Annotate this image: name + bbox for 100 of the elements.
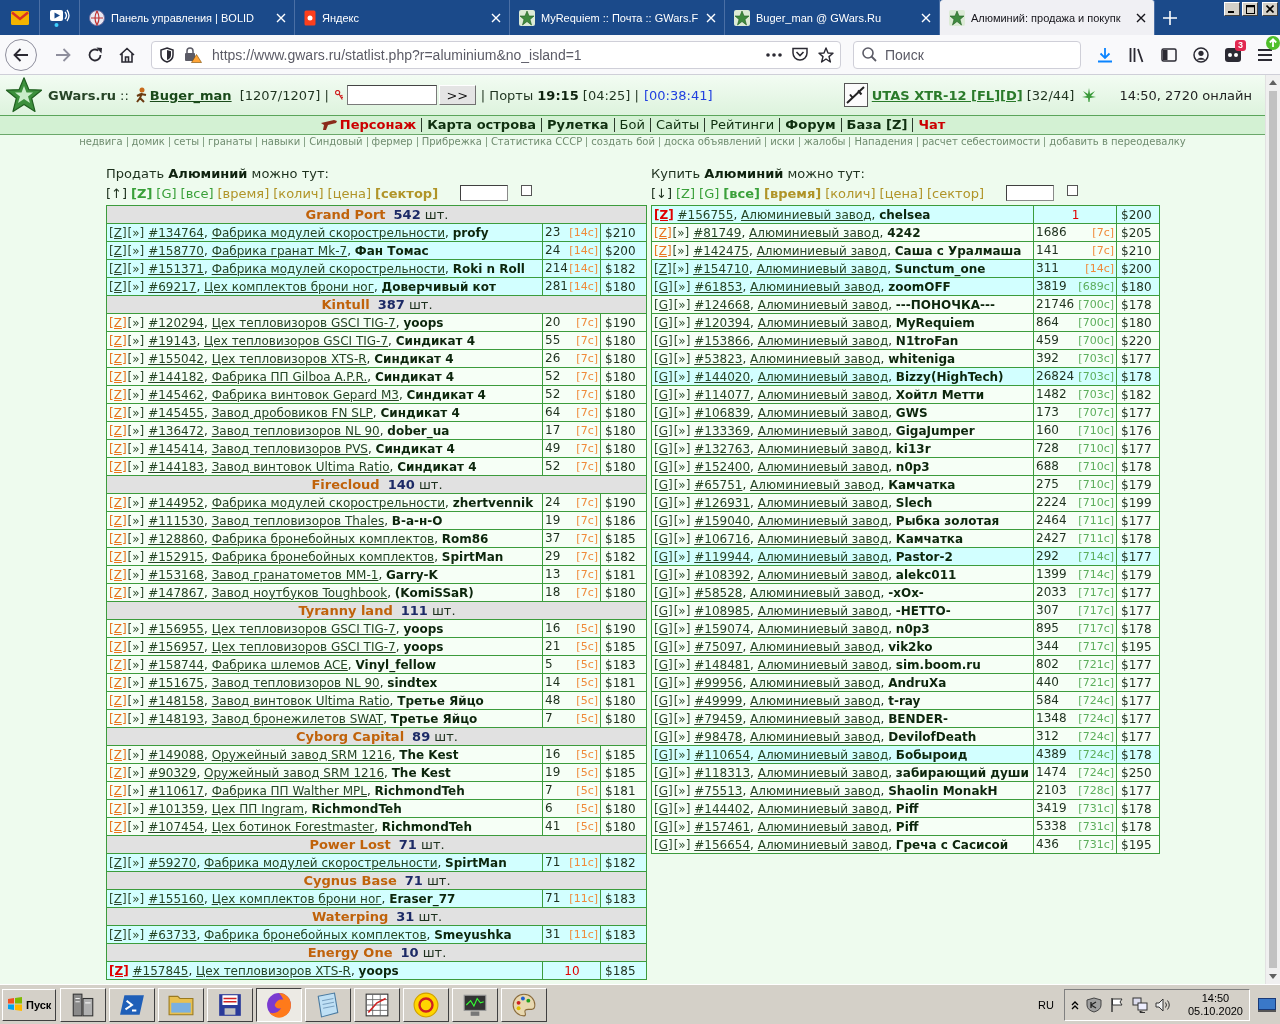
- minimize-button[interactable]: [1224, 2, 1240, 16]
- offer-id-link[interactable]: #156957: [148, 639, 204, 654]
- go-link[interactable]: [»]: [127, 459, 145, 474]
- nav-link[interactable]: База [Z]: [846, 118, 908, 132]
- go-link[interactable]: [»]: [673, 783, 691, 798]
- offer-id-link[interactable]: #75097: [694, 639, 743, 654]
- subnav-link[interactable]: навыки: [256, 137, 305, 147]
- offer-id-link[interactable]: #106839: [694, 405, 751, 420]
- go-link[interactable]: [»]: [127, 585, 145, 600]
- factory-link[interactable]: Цех тепловизоров XTS-R: [196, 963, 351, 978]
- subnav-link[interactable]: фермер: [366, 137, 417, 147]
- library-icon[interactable]: [1129, 46, 1145, 63]
- factory-link[interactable]: Завод винтовок Ultima Ratio: [211, 693, 390, 708]
- go-link[interactable]: [»]: [127, 765, 145, 780]
- factory-link[interactable]: Алюминиевый завод: [750, 729, 881, 744]
- go-link[interactable]: [»]: [673, 819, 691, 834]
- go-link[interactable]: [»]: [127, 351, 145, 366]
- go-link[interactable]: [»]: [673, 459, 691, 474]
- subnav-link[interactable]: создать бой: [586, 137, 659, 147]
- offer-id-link[interactable]: #132763: [694, 441, 751, 456]
- zone-link[interactable]: [Z]: [109, 225, 127, 240]
- zone-link[interactable]: [G]: [654, 711, 673, 726]
- offer-id-link[interactable]: #156955: [148, 621, 204, 636]
- offer-id-link[interactable]: #107454: [148, 819, 204, 834]
- go-link[interactable]: [»]: [127, 567, 145, 582]
- desktop-icon[interactable]: [1258, 997, 1276, 1012]
- go-link[interactable]: [»]: [127, 711, 145, 726]
- go-link[interactable]: [»]: [127, 387, 145, 402]
- zone-link[interactable]: [G]: [654, 675, 673, 690]
- go-link[interactable]: [»]: [127, 225, 145, 240]
- go-link[interactable]: [»]: [673, 711, 691, 726]
- go-link[interactable]: [»]: [127, 261, 145, 276]
- offer-id-link[interactable]: #108392: [694, 567, 751, 582]
- go-link[interactable]: [»]: [673, 549, 691, 564]
- zone-link[interactable]: [G]: [654, 333, 673, 348]
- zone-link[interactable]: [G]: [654, 315, 673, 330]
- star-outline-icon[interactable]: [818, 46, 834, 63]
- offer-id-link[interactable]: #145455: [148, 405, 204, 420]
- start-button[interactable]: Пуск: [2, 988, 57, 1021]
- go-link[interactable]: [»]: [127, 801, 145, 816]
- zone-link[interactable]: [G]: [654, 387, 673, 402]
- offer-id-link[interactable]: #155042: [148, 351, 204, 366]
- factory-link[interactable]: Фабрика ПП Gilboa A.P.R.: [211, 369, 368, 384]
- offer-id-link[interactable]: #101359: [148, 801, 204, 816]
- go-link[interactable]: [»]: [127, 333, 145, 348]
- network-icon[interactable]: [1131, 996, 1148, 1013]
- factory-link[interactable]: Завод дробовиков FN SLP: [211, 405, 373, 420]
- factory-link[interactable]: Алюминиевый завод: [750, 585, 881, 600]
- factory-link[interactable]: Цех ПП Ingram: [211, 801, 304, 816]
- factory-link[interactable]: Завод тепловизоров NL 90: [211, 423, 380, 438]
- factory-link[interactable]: Фабрика ПП Walther MPL: [211, 783, 367, 798]
- nav-link[interactable]: Сайты: [655, 118, 700, 132]
- factory-link[interactable]: Фабрика модулей скорострельности: [211, 261, 446, 276]
- flag-icon[interactable]: [1108, 996, 1125, 1013]
- subnav-link[interactable]: Прибрежка: [416, 137, 486, 147]
- filter-link[interactable]: [↑]: [106, 185, 128, 201]
- close-icon[interactable]: [1136, 12, 1146, 23]
- factory-link[interactable]: Фабрика модулей скорострельности: [211, 495, 446, 510]
- offer-id-link[interactable]: #144182: [148, 369, 204, 384]
- go-link[interactable]: [»]: [127, 495, 145, 510]
- offer-id-link[interactable]: #126931: [694, 495, 751, 510]
- factory-link[interactable]: Завод тепловизоров NL 90: [211, 675, 380, 690]
- go-button[interactable]: >>: [438, 85, 476, 105]
- factory-link[interactable]: Алюминиевый завод: [750, 693, 881, 708]
- zone-link[interactable]: [Z]: [109, 855, 127, 870]
- zone-link[interactable]: [G]: [654, 639, 673, 654]
- offer-id-link[interactable]: #120294: [148, 315, 204, 330]
- zone-link[interactable]: [G]: [654, 369, 673, 384]
- offer-id-link[interactable]: #147867: [148, 585, 204, 600]
- offer-id-link[interactable]: #149088: [148, 747, 204, 762]
- go-link[interactable]: [»]: [127, 441, 145, 456]
- go-link[interactable]: [»]: [127, 783, 145, 798]
- go-link[interactable]: [»]: [673, 747, 691, 762]
- subnav-link[interactable]: доска объявлений: [658, 137, 766, 147]
- subnav-link[interactable]: гранаты: [203, 137, 257, 147]
- chevron-up-icon[interactable]: [1070, 999, 1079, 1010]
- zone-link[interactable]: [G]: [654, 801, 673, 816]
- zone-link[interactable]: [Z]: [654, 207, 674, 222]
- checkbox[interactable]: [521, 184, 533, 196]
- factory-link[interactable]: Цех тепловизоров GSCI TIG-7: [211, 621, 396, 636]
- offer-id-link[interactable]: #148193: [148, 711, 204, 726]
- url-field[interactable]: https://www.gwars.ru/statlist.php?r=aluminium&no_island=1: [212, 45, 756, 64]
- arrow-right-icon[interactable]: [55, 47, 71, 62]
- offer-id-link[interactable]: #151371: [148, 261, 204, 276]
- weapon-link[interactable]: UTAS XTR-12 [FL][D]: [871, 87, 1023, 103]
- nav-link[interactable]: Бой: [619, 118, 645, 132]
- nav-link[interactable]: Чат: [918, 118, 946, 132]
- go-link[interactable]: [»]: [127, 423, 145, 438]
- factory-link[interactable]: Завод винтовок Ultima Ratio: [211, 459, 390, 474]
- factory-link[interactable]: Фабрика винтовок Gepard M3: [211, 387, 399, 402]
- reload-icon[interactable]: [87, 46, 103, 63]
- subnav-link[interactable]: недвига: [75, 137, 127, 147]
- offer-id-link[interactable]: #145462: [148, 387, 204, 402]
- sidebar-icon[interactable]: [1161, 47, 1177, 62]
- zone-link[interactable]: [G]: [654, 495, 673, 510]
- close-button[interactable]: [1262, 2, 1278, 16]
- subnav-link[interactable]: Нападения: [849, 137, 917, 147]
- go-link[interactable]: [»]: [127, 657, 145, 672]
- go-link[interactable]: [»]: [673, 837, 691, 852]
- offer-id-link[interactable]: #153168: [148, 567, 204, 582]
